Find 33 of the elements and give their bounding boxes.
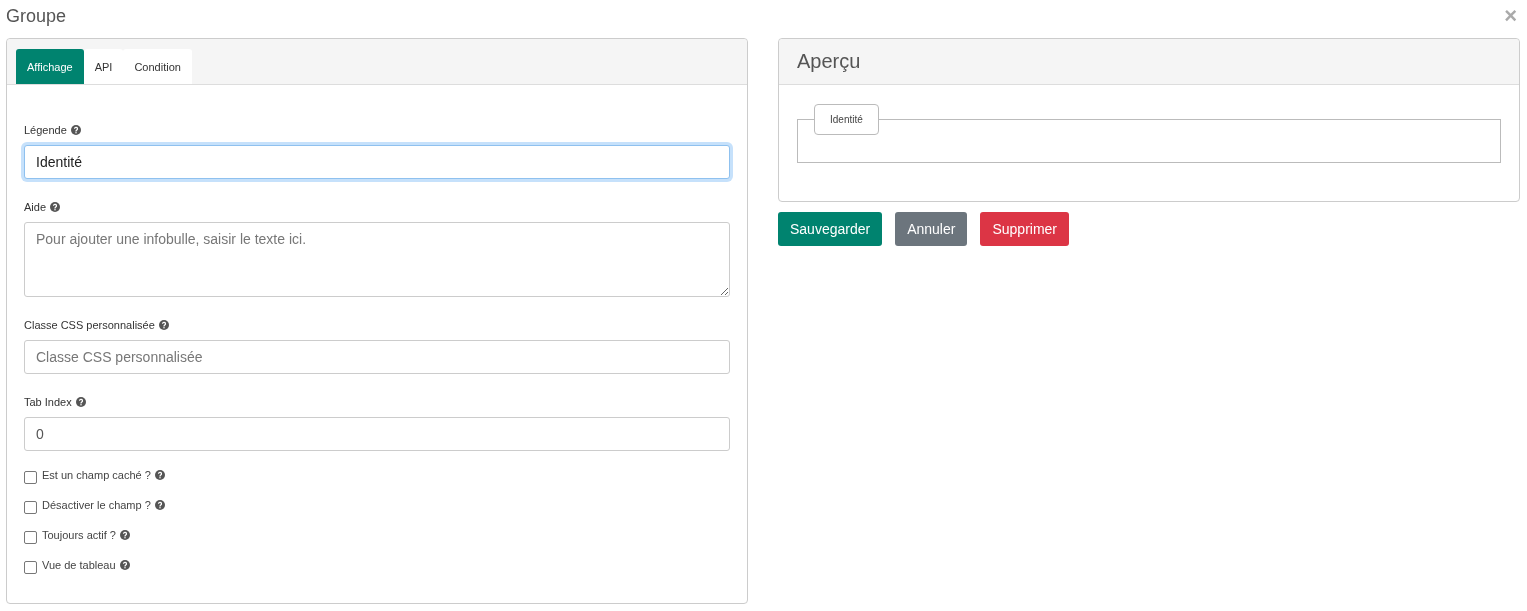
checkbox[interactable] [24,560,37,574]
text-input[interactable]: Identité [24,145,730,179]
field-label: Aide [24,201,47,213]
tab[interactable]: API [83,49,124,84]
dialog-title: Groupe [6,5,67,27]
textarea-field[interactable]: Pour ajouter une infobulle, saisir le texte ici. [24,222,730,297]
help-icon[interactable] [154,470,165,480]
text-input[interactable]: Classe CSS personnalisée [24,340,730,374]
tab[interactable]: Condition [123,49,192,84]
delete-button[interactable]: Supprimer [980,212,1070,246]
help-icon[interactable] [50,202,61,212]
help-icon[interactable] [120,530,130,540]
help-icon[interactable] [70,125,81,135]
checkbox[interactable] [24,470,37,484]
help-icon[interactable] [158,320,169,330]
field-label: Tab Index [24,396,72,408]
help-icon[interactable] [75,397,86,407]
field-label: Classe CSS personnalisée [24,319,155,331]
checkbox[interactable] [24,500,37,514]
save-button[interactable]: Sauvegarder [778,212,883,246]
help-icon[interactable] [154,500,165,510]
checkbox[interactable] [24,530,37,544]
tab[interactable]: Affichage [16,49,84,84]
checkbox-label: Toujours actif ? [42,529,116,541]
checkbox-label: Est un champ caché ? [42,469,151,481]
cancel-button[interactable]: Annuler [895,212,968,246]
text-input[interactable]: 0 [24,417,730,451]
fieldset-legend: Identité [814,104,879,135]
preview-title: Aperçu [797,50,861,73]
field-label: Légende [24,124,67,136]
checkbox-label: Désactiver le champ ? [42,499,151,511]
checkbox-label: Vue de tableau [42,559,116,571]
help-icon[interactable] [119,560,130,570]
